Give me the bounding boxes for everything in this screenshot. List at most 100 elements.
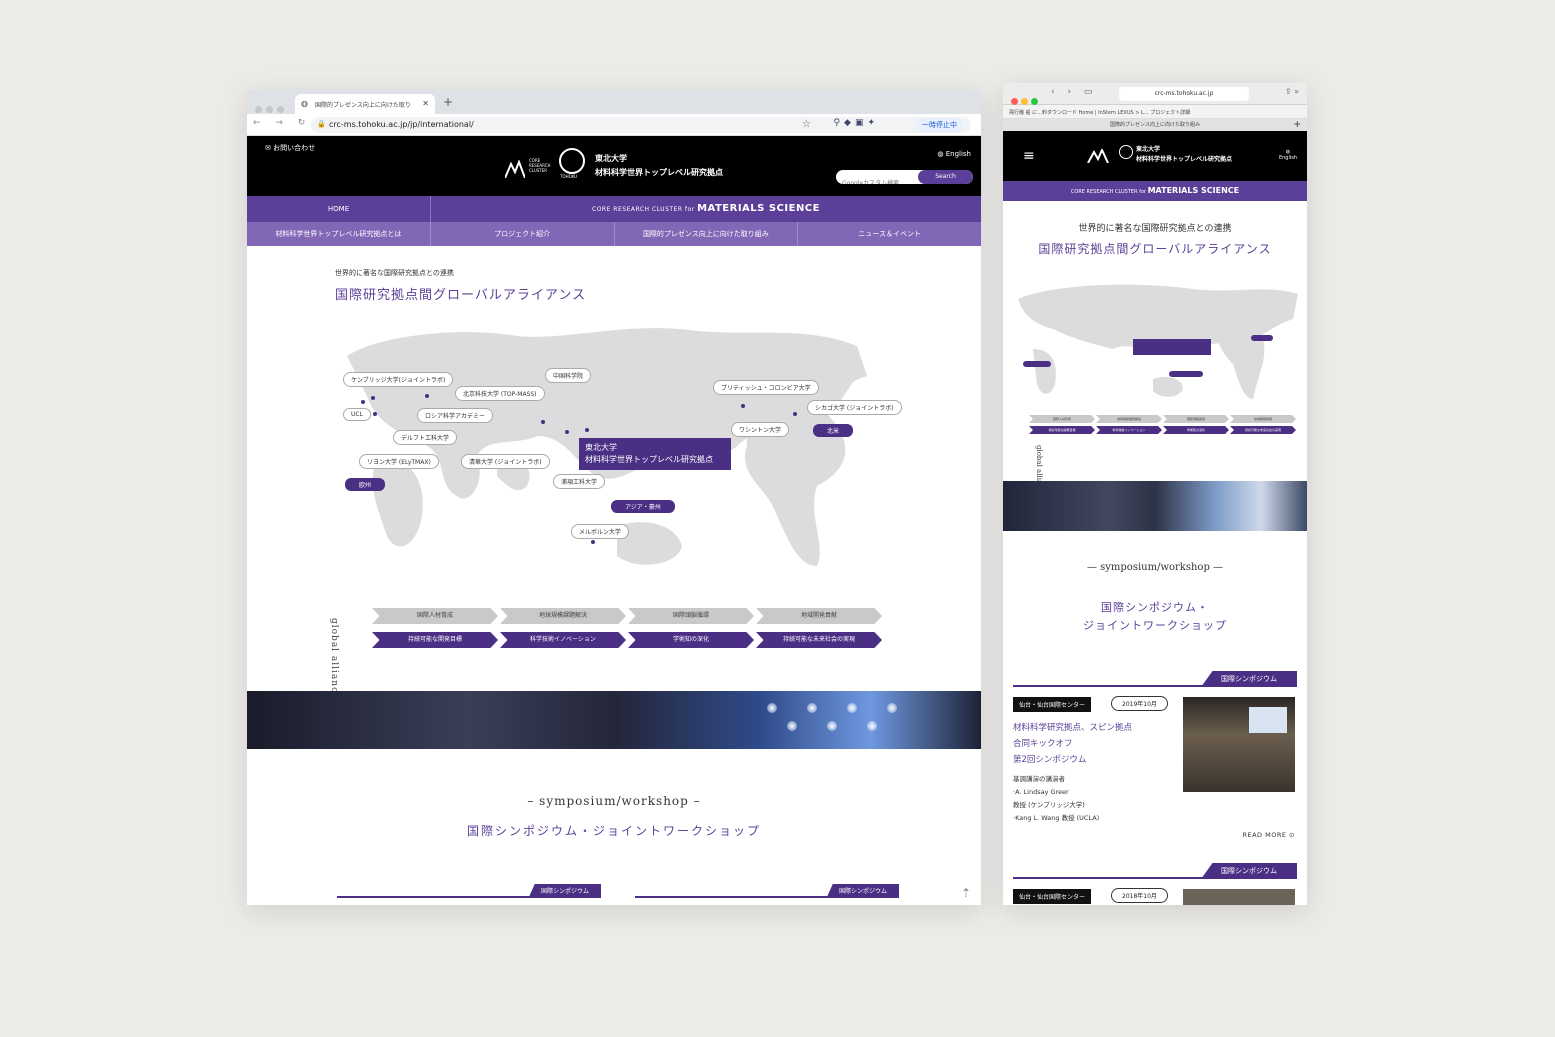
symposium-heading: — symposium/workshop — bbox=[1086, 562, 1224, 573]
home-box-line1: 東北大学 bbox=[585, 443, 617, 452]
close-tab-icon[interactable]: ✕ bbox=[422, 99, 429, 108]
arrow-item: 地球規模課題解決 bbox=[500, 608, 626, 624]
map-label-tsinghua[interactable]: 清華大学 (ジョイントラボ) bbox=[461, 454, 550, 469]
bookmarks-bar[interactable]: 飛行機 船 に...料ダウンロード Home | InStem LEXUS > … bbox=[1003, 105, 1307, 119]
map-label-cas[interactable]: 中国科学院 bbox=[545, 368, 592, 383]
card-label: 国際シンポジウム bbox=[1201, 863, 1297, 879]
map-label-washington[interactable]: ワシントン大学 bbox=[731, 422, 790, 437]
region-asia[interactable]: アジア・豪州 bbox=[611, 500, 675, 513]
share-icon[interactable]: ⇪ » bbox=[1285, 87, 1299, 96]
search-form: Search bbox=[836, 170, 973, 184]
map-label-lyon[interactable]: リヨン大学 (ELyTMAX) bbox=[359, 454, 439, 469]
language-switch[interactable]: ◍ English bbox=[937, 150, 971, 158]
map-dot bbox=[793, 412, 797, 416]
browser-tab[interactable]: 国際的プレゼンス向上に向けた取り組み + bbox=[1003, 119, 1307, 131]
mobile-browser-window: ‹ › ▭ crc-ms.tohoku.ac.jp ⇪ » 飛行機 船 に...… bbox=[1003, 83, 1307, 905]
arrow-item: 地域開発貢献 bbox=[1230, 415, 1296, 423]
card-photo[interactable] bbox=[1183, 889, 1295, 905]
region-europe[interactable]: 欧州 bbox=[345, 478, 386, 491]
nav-arrows-icon[interactable]: ‹ › ▭ bbox=[1051, 87, 1097, 97]
desktop-browser-window: ◍ 国際的プレゼンス向上に向けた取り ✕ + ← → ↻ 🔒 crc-ms.to… bbox=[247, 90, 981, 905]
contact-link[interactable]: ✉ お問い合わせ bbox=[265, 143, 315, 153]
page-top-icon[interactable]: ⇡ bbox=[961, 886, 971, 900]
nav-home[interactable]: HOME bbox=[247, 196, 431, 222]
extensions-icon[interactable]: ⚲◆▣✦ bbox=[833, 118, 879, 128]
map-label-russia[interactable]: ロシア科学アカデミー bbox=[417, 408, 494, 423]
map-dot bbox=[361, 400, 365, 404]
read-more-label: READ MORE bbox=[1242, 831, 1287, 839]
map-label-beijing[interactable]: 北京科技大学 (TOP-MASS) bbox=[455, 386, 545, 401]
menu-icon[interactable]: ≡ bbox=[1023, 148, 1035, 164]
arrow-item: 持続可能な開発目標 bbox=[372, 632, 498, 648]
brand-prefix: CORE RESEARCH CLUSTER for bbox=[1070, 189, 1148, 195]
tohoku-seal-icon bbox=[1119, 145, 1133, 159]
arrow-item: 科学技術イノベーション bbox=[1096, 426, 1162, 434]
url-field[interactable]: crc-ms.tohoku.ac.jp bbox=[1119, 87, 1249, 101]
crc-logo-icon bbox=[1087, 149, 1109, 163]
primary-nav: HOME CORE RESEARCH CLUSTER for MATERIALS… bbox=[247, 196, 981, 222]
new-tab-icon[interactable]: + bbox=[443, 95, 453, 109]
nav-item-about[interactable]: 材料科学世界トップレベル研究拠点とは bbox=[247, 222, 431, 246]
card-place-badge: 仙台・仙台国際センター bbox=[1013, 697, 1092, 712]
map-label-ucl[interactable]: UCL bbox=[343, 408, 371, 421]
section-title: 国際研究拠点間グローバルアライアンス bbox=[1038, 242, 1272, 256]
search-button[interactable]: Search bbox=[918, 170, 973, 184]
section-subtitle: 世界的に著名な国際研究拠点との連携 bbox=[1078, 224, 1232, 234]
card-header: 国際シンポジウム bbox=[1013, 671, 1297, 687]
url-field[interactable]: 🔒 crc-ms.tohoku.ac.jp/jp/international/ … bbox=[311, 117, 971, 133]
arrow-item: 国際人材育成 bbox=[372, 608, 498, 624]
region-north-america[interactable]: 北米 bbox=[813, 424, 854, 437]
language-switch[interactable]: ◍ English bbox=[1279, 149, 1297, 161]
main-content: 世界的に著名な国際研究拠点との連携 国際研究拠点間グローバルアライアンス ケンブ… bbox=[247, 246, 981, 905]
map-label-cambridge[interactable]: ケンブリッジ大学(ジョイントラボ) bbox=[343, 372, 454, 387]
mobile-site-header: ≡ 東北大学 材料科学世界トップレベル研究拠点 ◍ English bbox=[1003, 131, 1307, 181]
tohoku-seal-icon bbox=[559, 148, 585, 174]
card-date-badge: 2018年10月 bbox=[1111, 888, 1168, 903]
symposium-title: 国際シンポジウム・ジョイントワークショップ bbox=[466, 824, 761, 838]
home-institution-box[interactable]: 東北大学 材料科学世界トップレベル研究拠点 bbox=[579, 438, 731, 470]
map-label-chicago[interactable]: シカゴ大学 (ジョイントラボ) bbox=[807, 400, 902, 415]
card-title-line2: 合同キックオフ bbox=[1013, 739, 1073, 749]
map-label-delft[interactable]: デルフト工科大学 bbox=[393, 430, 458, 445]
site-title-line2: 材料科学世界トップレベル研究拠点 bbox=[1136, 156, 1233, 163]
card-title-line1: 材料科学研究拠点、スピン拠点 bbox=[1013, 723, 1133, 733]
profile-pause-button[interactable]: 一時停止中 bbox=[916, 118, 963, 132]
new-tab-icon[interactable]: + bbox=[1293, 119, 1301, 131]
search-input[interactable] bbox=[836, 176, 916, 184]
read-more-link[interactable]: READ MORE ⊙ bbox=[1242, 831, 1295, 839]
card-photo[interactable] bbox=[1183, 697, 1295, 792]
arrow-item: 国際頭脳循環 bbox=[628, 608, 754, 624]
card-desc-line1: 基調講演の講演者 bbox=[1013, 775, 1065, 783]
tohoku-logo-text: TOHOKU bbox=[560, 174, 578, 179]
card-desc-line2: ·A. Lindsay Greer bbox=[1013, 788, 1069, 796]
browser-tab[interactable]: ◍ 国際的プレゼンス向上に向けた取り ✕ bbox=[295, 94, 435, 114]
home-box-line2: 材料科学世界トップレベル研究拠点 bbox=[585, 455, 713, 464]
lock-icon: 🔒 bbox=[317, 120, 326, 128]
map-label-pohang[interactable]: 浦項工科大学 bbox=[553, 474, 606, 489]
nav-item-projects[interactable]: プロジェクト紹介 bbox=[431, 222, 615, 246]
card-title[interactable]: 材料科学研究拠点、スピン拠点 合同キックオフ 第2回シンポジウム bbox=[1013, 720, 1132, 768]
global-alliance-label: global alliance bbox=[327, 616, 341, 702]
world-map-mini bbox=[1018, 284, 1298, 399]
window-controls[interactable] bbox=[1011, 90, 1041, 109]
bookmark-star-icon[interactable]: ☆ bbox=[802, 119, 811, 130]
brand-banner: CORE RESEARCH CLUSTER for MATERIALS SCIE… bbox=[431, 196, 981, 222]
site-title[interactable]: 東北大学 材料科学世界トップレベル研究拠点 bbox=[1136, 145, 1232, 165]
nav-arrows-icon[interactable]: ← → ↻ bbox=[253, 118, 311, 128]
mobile-toolbar: ‹ › ▭ crc-ms.tohoku.ac.jp ⇪ » bbox=[1003, 83, 1307, 105]
map-dot bbox=[741, 404, 745, 408]
card-header: 国際シンポジウム bbox=[1013, 863, 1297, 879]
arrow-item: 国際頭脳循環 bbox=[1163, 415, 1229, 423]
arrows-top-row: 国際人材育成 地球規模課題解決 国際頭脳循環 地域開発貢献 bbox=[1029, 415, 1297, 423]
card-header: 国際シンポジウム bbox=[635, 884, 899, 898]
map-label-ubc[interactable]: ブリティッシュ・コロンビア大学 bbox=[713, 380, 819, 395]
site-title[interactable]: 東北大学 材料科学世界トップレベル研究拠点 bbox=[595, 152, 723, 180]
lab-photo-banner bbox=[1003, 481, 1307, 531]
map-label-melbourne[interactable]: メルボルン大学 bbox=[571, 524, 629, 539]
nav-item-news[interactable]: ニュース＆イベント bbox=[798, 222, 981, 246]
secondary-nav: 材料科学世界トップレベル研究拠点とは プロジェクト紹介 国際的プレゼンス向上に向… bbox=[247, 222, 981, 246]
nav-item-international[interactable]: 国際的プレゼンス向上に向けた取り組み bbox=[615, 222, 799, 246]
tab-title: 国際的プレゼンス向上に向けた取り組み bbox=[1110, 122, 1200, 128]
map-dot bbox=[591, 540, 595, 544]
card-label: 国際シンポジウム bbox=[826, 884, 899, 897]
